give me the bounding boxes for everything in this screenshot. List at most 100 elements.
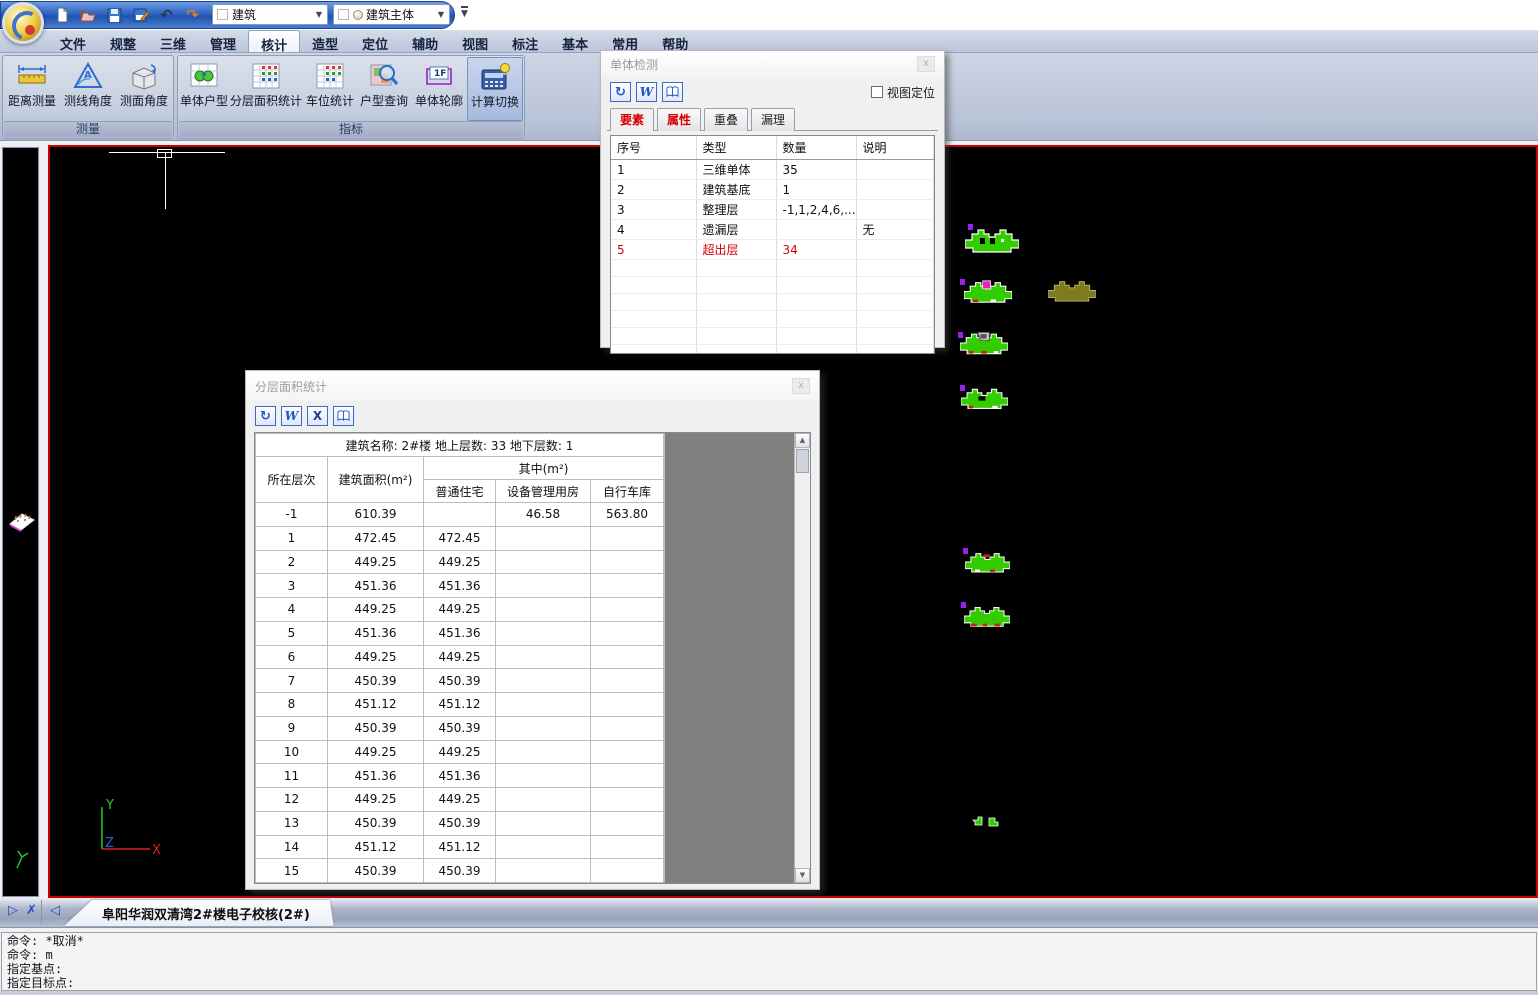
column-header[interactable]: 普通住宅	[424, 480, 496, 503]
close-icon[interactable]: x	[792, 378, 810, 394]
dialog-titlebar[interactable]: 单体检测 x	[601, 51, 944, 77]
save-as-icon[interactable]	[130, 5, 151, 26]
redo-icon[interactable]: ↷	[182, 5, 203, 26]
table-row[interactable]: 2建筑基底1	[611, 180, 934, 200]
app-logo[interactable]	[2, 2, 44, 44]
table-row-empty[interactable]	[611, 328, 934, 345]
column-header[interactable]: 数量	[776, 136, 856, 160]
building-footprint[interactable]	[964, 604, 1010, 628]
tab-close-icon[interactable]: ✗	[26, 904, 37, 917]
word-export-icon[interactable]: W	[636, 82, 657, 102]
column-header[interactable]: 设备管理用房	[496, 480, 591, 503]
menu-item-normalize[interactable]: 规整	[98, 30, 148, 52]
book-icon[interactable]	[662, 82, 683, 102]
building-fragment[interactable]	[972, 815, 1002, 829]
open-file-icon[interactable]	[78, 5, 99, 26]
check-result-table[interactable]: 序号 类型 数量 说明 1三维单体35 2建筑基底1 3整理层-1,1,2,4,…	[610, 135, 935, 354]
column-header[interactable]: 自行车库	[591, 480, 664, 503]
building-footprint[interactable]	[965, 227, 1019, 253]
undo-icon[interactable]: ↶	[156, 5, 177, 26]
column-header[interactable]: 说明	[856, 136, 934, 160]
column-header-group[interactable]: 其中(m²)	[424, 457, 664, 480]
column-header[interactable]: 所在层次	[256, 457, 328, 503]
building-footprint[interactable]	[961, 385, 1008, 411]
table-row[interactable]: 7450.39450.39	[256, 669, 664, 693]
scroll-up-icon[interactable]: ▲	[795, 433, 810, 448]
vertical-scrollbar[interactable]: ▲ ▼	[794, 433, 810, 883]
menu-item-view[interactable]: 视图	[450, 30, 500, 52]
table-row[interactable]: 12449.25449.25	[256, 788, 664, 812]
excel-export-icon[interactable]: X	[307, 406, 328, 426]
toolbar-overflow-icon[interactable]: ▼	[461, 6, 468, 19]
word-export-icon[interactable]: W	[281, 406, 302, 426]
tab-scroll-right-icon[interactable]: ▷	[8, 904, 18, 917]
view-locate-checkbox[interactable]: 视图定位	[871, 84, 935, 101]
menu-item-file[interactable]: 文件	[48, 30, 98, 52]
table-row-empty[interactable]	[611, 277, 934, 294]
building-footprint[interactable]	[965, 550, 1010, 574]
table-row[interactable]: 3整理层-1,1,2,4,6,...	[611, 200, 934, 220]
face-angle-button[interactable]: 测面角度	[116, 57, 172, 121]
scroll-down-icon[interactable]: ▼	[795, 868, 810, 883]
floor-area-dialog[interactable]: 分层面积统计 x ↻ W X 建筑名称: 2#楼 地上层数: 33 地下层数: …	[245, 370, 820, 890]
column-header[interactable]: 序号	[611, 136, 696, 160]
tab-leak[interactable]: 漏理	[751, 108, 795, 131]
unit-query-button[interactable]: 户型查询	[357, 57, 411, 121]
close-icon[interactable]: x	[917, 56, 935, 72]
new-file-icon[interactable]	[52, 5, 73, 26]
menu-item-model[interactable]: 造型	[300, 30, 350, 52]
line-angle-button[interactable]: A 测线角度	[60, 57, 116, 121]
menu-item-common[interactable]: 常用	[600, 30, 650, 52]
tab-overlap[interactable]: 重叠	[704, 108, 748, 131]
table-row[interactable]: 4449.25449.25	[256, 598, 664, 622]
table-row[interactable]: 1472.45472.45	[256, 526, 664, 550]
table-row[interactable]: -1610.39 46.58563.80	[256, 503, 664, 527]
menu-item-3d[interactable]: 三维	[148, 30, 198, 52]
floor-area-stats-button[interactable]: 分层面积统计	[229, 57, 303, 121]
menu-item-check[interactable]: 核计	[248, 30, 300, 52]
area-table-region[interactable]: 建筑名称: 2#楼 地上层数: 33 地下层数: 1 所在层次 建筑面积(m²)…	[254, 432, 811, 884]
table-row[interactable]: 5超出层34	[611, 240, 934, 260]
checkbox-icon[interactable]	[871, 86, 883, 98]
distance-measure-button[interactable]: 距离测量	[4, 57, 60, 121]
tab-attributes[interactable]: 属性	[657, 108, 701, 131]
table-row[interactable]: 10449.25449.25	[256, 740, 664, 764]
dialog-titlebar[interactable]: 分层面积统计 x	[246, 371, 819, 401]
menu-item-assist[interactable]: 辅助	[400, 30, 450, 52]
column-header[interactable]: 建筑面积(m²)	[328, 457, 424, 503]
table-row-empty[interactable]	[611, 311, 934, 328]
parking-stats-button[interactable]: 车位统计	[303, 57, 357, 121]
book-icon[interactable]	[333, 406, 354, 426]
table-row[interactable]: 3451.36451.36	[256, 574, 664, 598]
menu-item-basic[interactable]: 基本	[550, 30, 600, 52]
chevron-down-icon[interactable]: ▼	[438, 10, 444, 19]
floor-area-table[interactable]: 建筑名称: 2#楼 地上层数: 33 地下层数: 1 所在层次 建筑面积(m²)…	[255, 433, 664, 883]
building-footprint-olive[interactable]	[1048, 279, 1096, 302]
building-footprint[interactable]	[964, 279, 1012, 304]
column-header[interactable]: 类型	[696, 136, 776, 160]
layer-combobox[interactable]: 建筑 ▼	[212, 4, 328, 25]
monomer-check-dialog[interactable]: 单体检测 x ↻ W 视图定位 要素 属性 重叠 漏理	[600, 50, 945, 348]
table-row[interactable]: 4遗漏层 无	[611, 220, 934, 240]
menu-item-help[interactable]: 帮助	[650, 30, 700, 52]
document-tab[interactable]: 阜阳华润双清湾2#楼电子校核(2#)	[64, 900, 334, 926]
secondary-viewport[interactable]	[2, 147, 39, 897]
table-row-empty[interactable]	[611, 294, 934, 311]
refresh-icon[interactable]: ↻	[255, 406, 276, 426]
command-line-panel[interactable]: 命令: *取消* 命令: m 指定基点: 指定目标点: 命令:	[1, 932, 1537, 991]
tab-scroll-left-icon[interactable]: ◁	[50, 904, 60, 917]
save-icon[interactable]	[104, 5, 125, 26]
menu-item-annotate[interactable]: 标注	[500, 30, 550, 52]
table-row[interactable]: 8451.12451.12	[256, 693, 664, 717]
table-row[interactable]: 15450.39450.39	[256, 859, 664, 883]
calc-switch-button[interactable]: 计算切换	[467, 57, 523, 121]
table-row[interactable]: 5451.36451.36	[256, 621, 664, 645]
table-row[interactable]: 1三维单体35	[611, 160, 934, 180]
tab-elements[interactable]: 要素	[610, 108, 654, 131]
table-row[interactable]: 9450.39450.39	[256, 716, 664, 740]
table-row-empty[interactable]	[611, 260, 934, 277]
table-row[interactable]: 13450.39450.39	[256, 811, 664, 835]
building-footprint[interactable]	[960, 329, 1008, 357]
table-row[interactable]: 2449.25449.25	[256, 550, 664, 574]
table-row[interactable]: 6449.25449.25	[256, 645, 664, 669]
